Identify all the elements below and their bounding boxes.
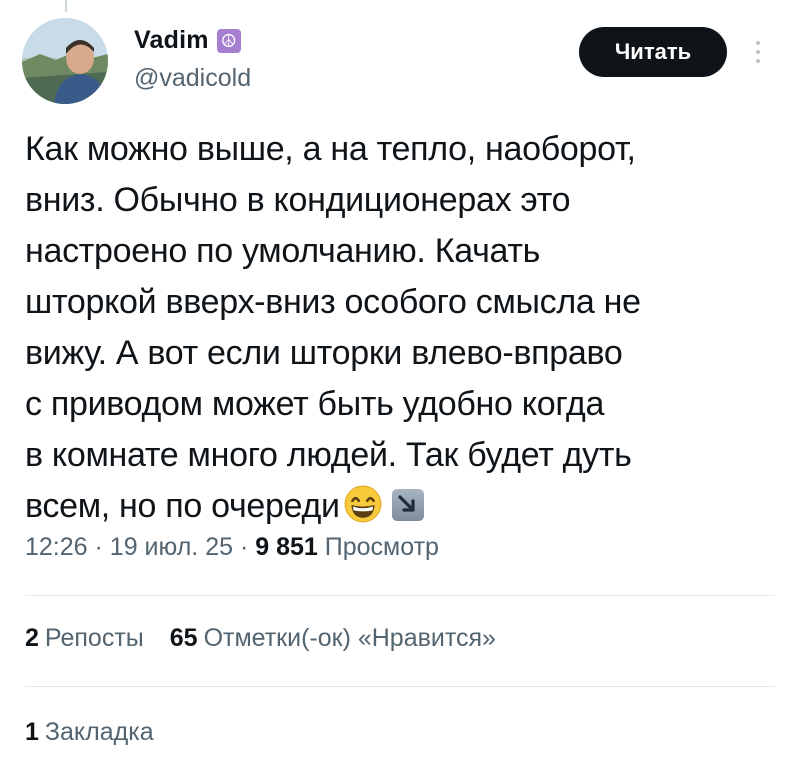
thread-connector-line [65, 0, 67, 12]
engagement-stats: 2 Репосты 65 Отметки(-ок) «Нравится» [25, 624, 496, 653]
tweet-line-last: всем, но по очереди [25, 481, 765, 532]
bookmarks-stat[interactable]: 1 Закладка [25, 718, 154, 747]
tweet-line: настроено по умолчанию. Качать [25, 232, 541, 270]
likes-count: 65 [169, 624, 198, 652]
author-name[interactable]: Vadim [134, 26, 209, 55]
tweet-time[interactable]: 12:26 [25, 533, 88, 561]
author-handle[interactable]: @vadicold [134, 64, 251, 93]
avatar-photo [22, 18, 108, 104]
meta-separator: · [94, 533, 103, 561]
grinning-face-icon [344, 485, 382, 523]
tweet-line: Как можно выше, а на тепло, наоборот, [25, 130, 636, 168]
likes-stat[interactable]: 65 Отметки(-ок) «Нравится» [170, 624, 496, 653]
down-right-arrow-icon [391, 489, 424, 521]
tweet-line: с приводом может быть удобно когда [25, 385, 605, 423]
author-name-row: Vadim ☮ [134, 26, 241, 55]
avatar[interactable] [22, 18, 108, 104]
tweet-meta: 12:26 · 19 июл. 25 · 9 851 Просмотр [25, 533, 439, 562]
bookmarks-count: 1 [25, 718, 39, 746]
more-options-icon[interactable] [748, 34, 768, 70]
reposts-label: Репосты [44, 624, 144, 652]
more-dot [756, 59, 760, 63]
more-dot [756, 41, 760, 45]
divider [25, 595, 775, 596]
tweet-line: вижу. А вот если шторки влево-вправо [25, 334, 623, 372]
reposts-stat[interactable]: 2 Репосты [25, 624, 144, 653]
tweet-line: всем, но по очереди [25, 487, 340, 525]
follow-button[interactable]: Читать [579, 27, 727, 77]
views-count: 9 851 [255, 533, 318, 561]
tweet-line: в комнате много людей. Так будет дуть [25, 436, 632, 474]
tweet-line: вниз. Обычно в кондиционерах это [25, 181, 571, 219]
tweet-line: шторкой вверх-вниз особого смысла не [25, 283, 641, 321]
likes-label: Отметки(-ок) «Нравится» [203, 624, 496, 652]
reposts-count: 2 [25, 624, 39, 652]
meta-separator: · [239, 533, 249, 561]
divider [25, 686, 775, 687]
tweet-text: Как можно выше, а на тепло, наоборот, вн… [25, 124, 765, 532]
views-label: Просмотр [324, 533, 439, 561]
bookmarks-label: Закладка [44, 718, 154, 746]
tweet-date[interactable]: 19 июл. 25 [110, 533, 233, 561]
peace-symbol-icon: ☮ [216, 28, 241, 53]
more-dot [756, 50, 760, 54]
